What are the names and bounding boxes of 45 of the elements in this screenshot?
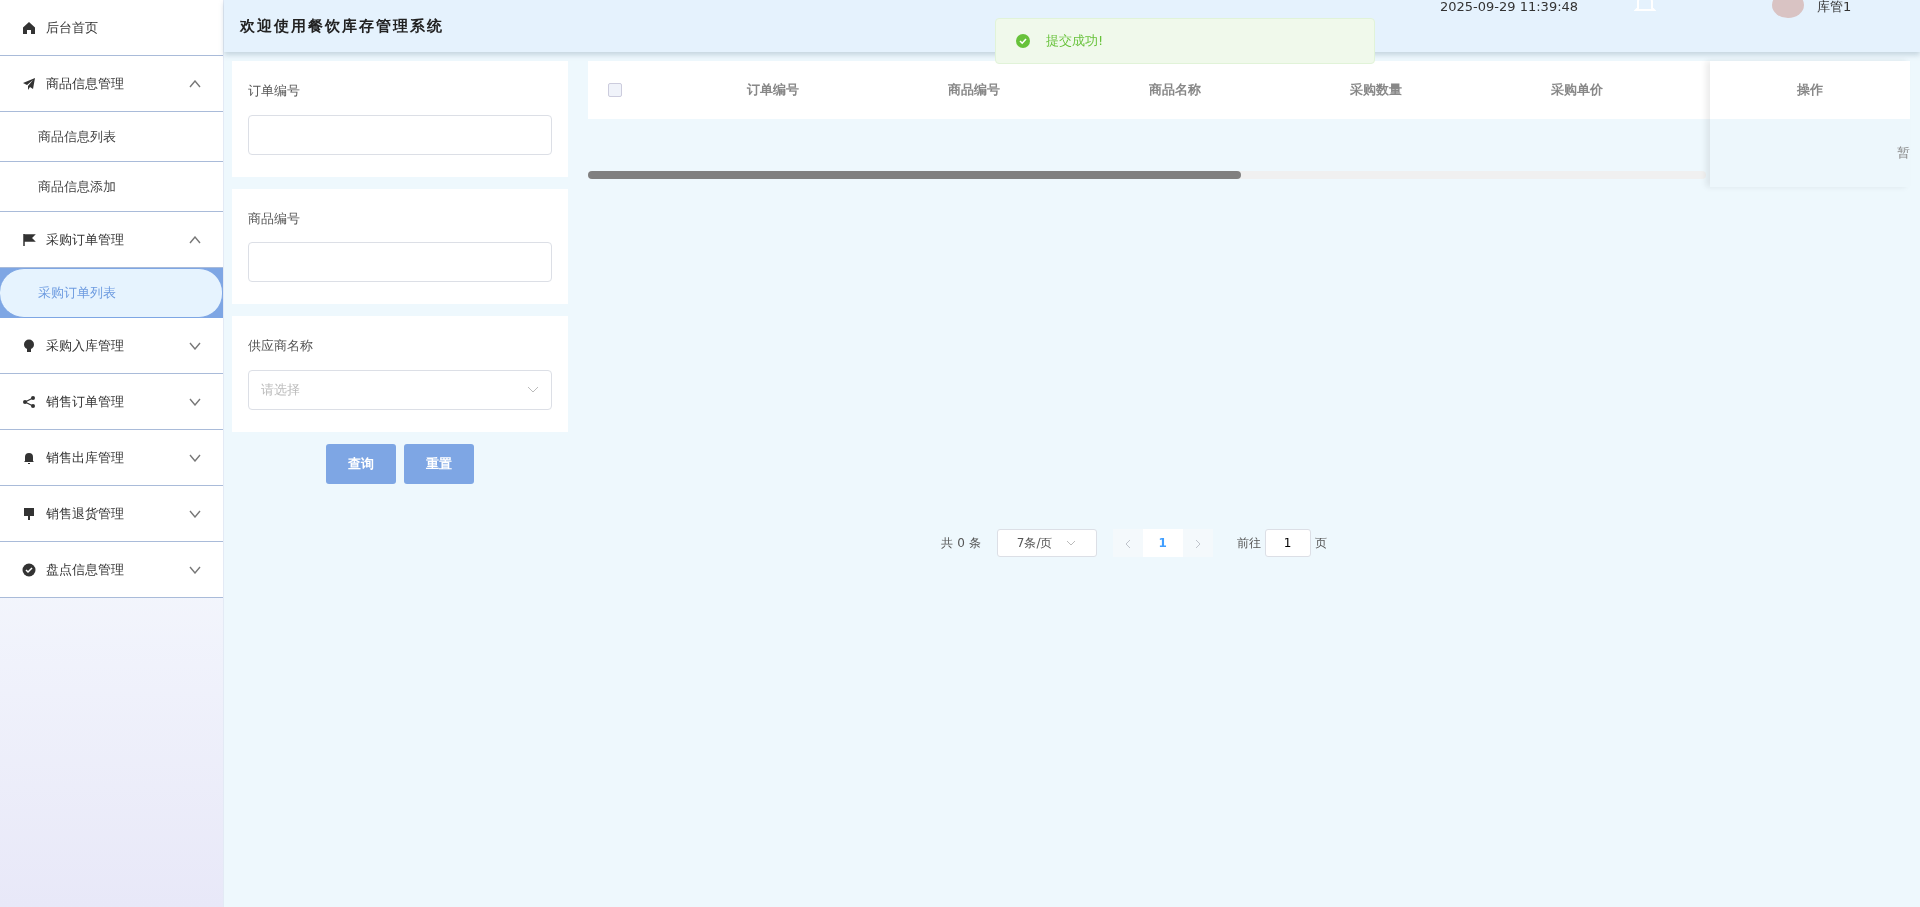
- chevron-down-icon: [527, 386, 539, 393]
- column-header: 商品编号: [946, 81, 1001, 100]
- column-header: 订单编号: [745, 81, 800, 100]
- check-circle-icon: [1016, 34, 1030, 48]
- field-label: 订单编号: [248, 82, 300, 100]
- field-label: 商品编号: [248, 209, 300, 228]
- column-header: 商品名称: [1147, 81, 1202, 100]
- page-suffix: 页: [1314, 535, 1327, 552]
- total-count: 共 0 条: [941, 535, 981, 552]
- check-circle-icon: [22, 562, 36, 577]
- field-label: 供应商名称: [248, 337, 313, 355]
- share-icon: [22, 394, 36, 409]
- page-size-select[interactable]: 7条/页: [996, 529, 1097, 557]
- page-input[interactable]: 1: [1264, 529, 1311, 557]
- horizontal-scrollbar[interactable]: [588, 171, 1706, 179]
- sidebar-item[interactable]: 销售退货管理: [0, 486, 223, 542]
- goto-label: 前往: [1236, 535, 1261, 552]
- sidebar-item[interactable]: 盘点信息管理: [0, 542, 223, 598]
- user-name[interactable]: 库管1: [1817, 0, 1852, 14]
- home-icon: [22, 20, 36, 35]
- column-header: 采购数量: [1348, 81, 1403, 100]
- empty-text: 暂: [1897, 144, 1910, 163]
- prev-page-button[interactable]: [1112, 529, 1143, 557]
- bell-icon: [22, 450, 36, 465]
- sidebar-item[interactable]: 销售订单管理: [0, 374, 223, 430]
- sidebar-item[interactable]: 采购入库管理: [0, 318, 223, 374]
- chevron-right-icon: [1194, 538, 1201, 549]
- select-all-checkbox[interactable]: [608, 83, 622, 97]
- brush-icon: [22, 506, 36, 521]
- chevron-down-icon: [1066, 540, 1077, 546]
- column-header: 采购单价: [1549, 81, 1604, 100]
- sidebar-item[interactable]: 销售出库管理: [0, 430, 223, 486]
- sidebar-subitem[interactable]: 商品信息添加: [0, 162, 223, 212]
- lightbulb-icon: [22, 338, 36, 353]
- app-title: 欢迎使用餐饮库存管理系统: [240, 15, 444, 37]
- toast-message: 提交成功!: [1046, 32, 1104, 51]
- flag-icon: [22, 232, 36, 247]
- chevron-left-icon: [1124, 538, 1131, 549]
- input-field[interactable]: [248, 114, 552, 155]
- paper-plane-icon: [22, 76, 36, 91]
- input-field[interactable]: [248, 242, 552, 282]
- column-header: 操作: [1796, 81, 1824, 100]
- datetime: 2025-09-29 11:39:48: [1440, 0, 1579, 14]
- sidebar-item[interactable]: 采购订单管理: [0, 212, 223, 268]
- next-page-button[interactable]: [1182, 529, 1213, 557]
